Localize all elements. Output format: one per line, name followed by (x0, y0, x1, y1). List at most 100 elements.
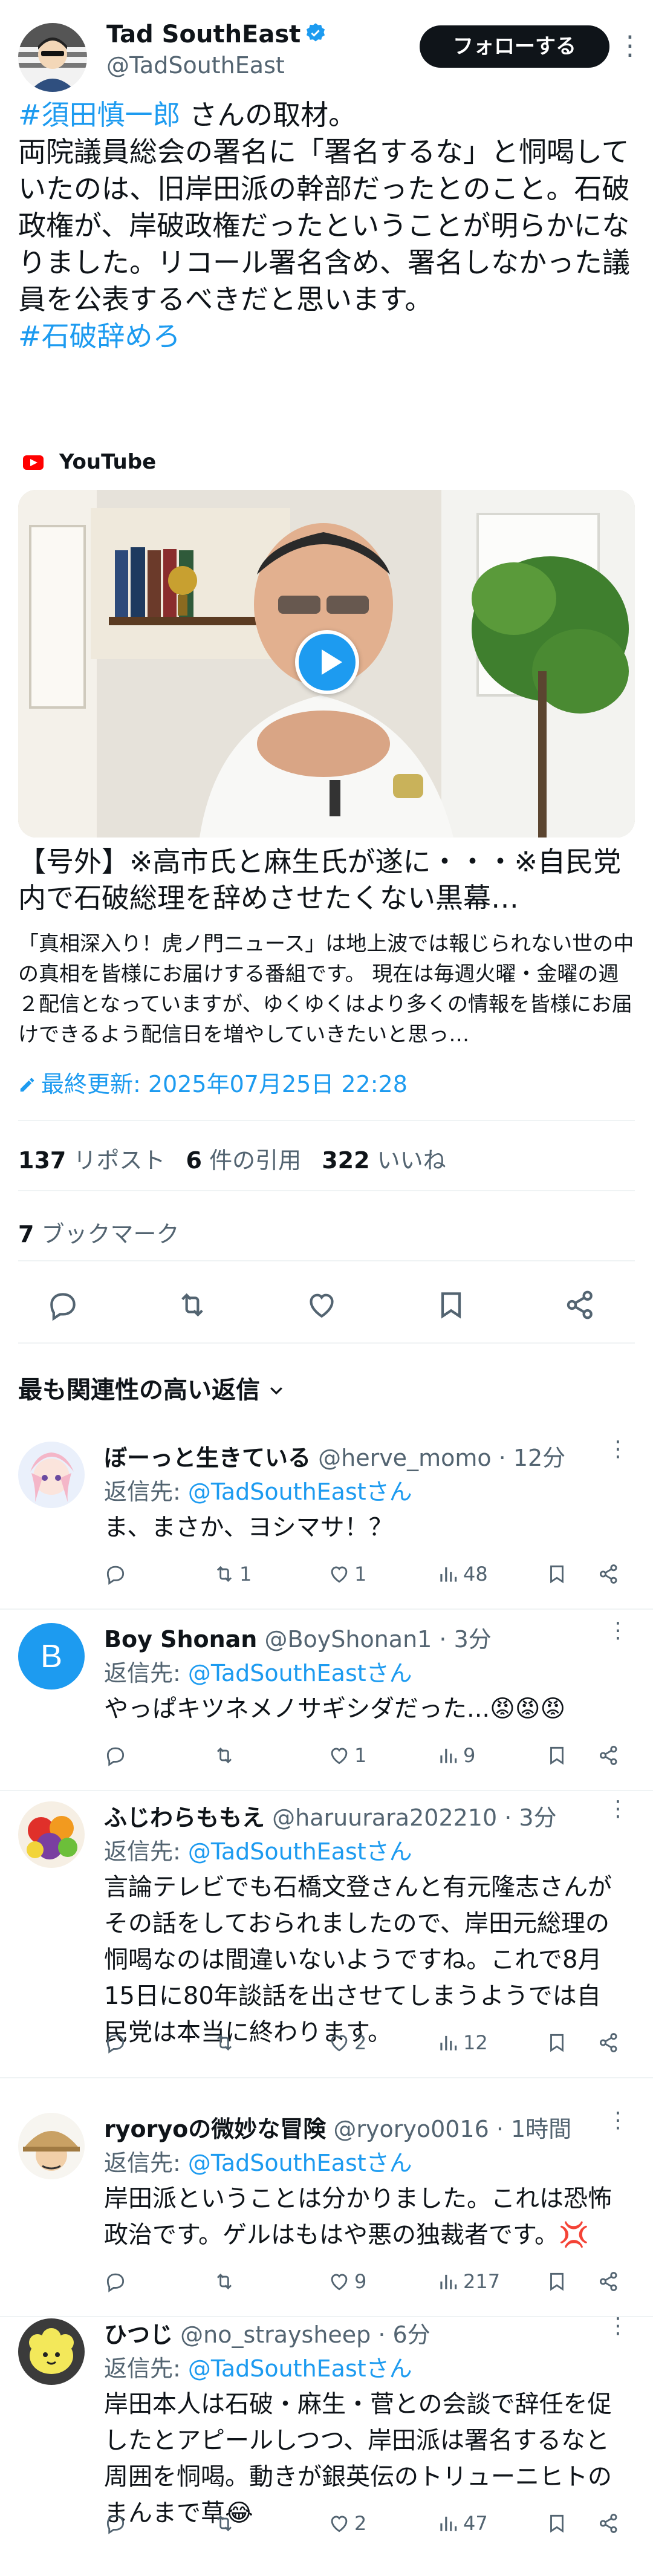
reply-author-name[interactable]: ひつじ (104, 2321, 173, 2348)
reply-bookmark-icon[interactable] (545, 2268, 568, 2295)
reply-more-icon[interactable]: ⋮ (607, 1437, 629, 1462)
bookmarks-label: ブックマーク (41, 1221, 180, 1247)
reply-likes-count: 1 (354, 1744, 367, 1767)
reply-to-link[interactable]: @TadSouthEastさん (188, 1478, 412, 1505)
repost-icon[interactable] (175, 1288, 212, 1324)
reply-to-prefix: 返信先: (104, 2355, 188, 2382)
reply-bookmark-icon[interactable] (545, 2029, 568, 2057)
reply-views-count: 48 (463, 1563, 488, 1586)
reply-share-icon[interactable] (597, 2029, 620, 2057)
likes-stat[interactable]: 322 いいね (322, 1147, 446, 1174)
reply-to-link[interactable]: @TadSouthEastさん (188, 2150, 412, 2176)
reply-reply-icon[interactable] (104, 1560, 131, 1588)
chevron-down-icon (267, 1377, 285, 1396)
quotes-stat[interactable]: 6 件の引用 (186, 1147, 302, 1174)
reply-views-icon[interactable]: 9 (437, 1742, 475, 1769)
more-options-icon[interactable]: ⋮ (617, 29, 643, 65)
reply-author-name[interactable]: Boy Shonan (104, 1626, 257, 1653)
reply-to: 返信先: @TadSouthEastさん (104, 1473, 412, 1506)
follow-button[interactable]: フォローする (420, 25, 609, 68)
reply-action-bar: 2 12 (104, 2029, 624, 2057)
reply-more-icon[interactable]: ⋮ (607, 1797, 629, 1821)
hashtag-link[interactable]: #須田慎一郎 (18, 99, 181, 131)
reply-like-icon[interactable]: 1 (328, 1560, 366, 1588)
reply-avatar[interactable] (18, 2113, 85, 2179)
reply-like-icon[interactable]: 2 (328, 2509, 366, 2537)
reply-sort-dropdown[interactable]: 最も関連性の高い返信 (18, 1370, 285, 1405)
reply-more-icon[interactable]: ⋮ (607, 2314, 629, 2338)
reply-action-bar: 1 1 48 (104, 1560, 624, 1588)
reply-more-icon[interactable]: ⋮ (607, 2108, 629, 2133)
tweet-text-line1: さんの取材。 (180, 99, 357, 131)
reply-share-icon[interactable] (597, 2268, 620, 2295)
reply-avatar[interactable] (18, 2318, 85, 2385)
author-avatar[interactable] (18, 23, 87, 92)
hashtag-link[interactable]: #石破辞めろ (18, 320, 181, 353)
reply-to: 返信先: @TadSouthEastさん (104, 2144, 412, 2178)
engagement-stats: 137 リポスト 6 件の引用 322 いいね (18, 1142, 446, 1175)
reply-to-link[interactable]: @TadSouthEastさん (188, 1660, 412, 1686)
likes-count: 322 (322, 1147, 370, 1174)
share-icon[interactable] (564, 1288, 600, 1324)
reply-reply-icon[interactable] (104, 2029, 131, 2057)
reply-bookmark-icon[interactable] (545, 1742, 568, 1769)
reply-bookmark-icon[interactable] (545, 1560, 568, 1588)
reply-views-count: 12 (463, 2031, 488, 2054)
reply-like-icon[interactable]: 1 (328, 1742, 366, 1769)
reply-views-icon[interactable]: 217 (437, 2268, 500, 2295)
reply-repost-icon[interactable] (213, 1742, 239, 1769)
reply-reply-icon[interactable] (104, 1742, 131, 1769)
author-name-text[interactable]: Tad SouthEast (106, 21, 301, 48)
reply-views-icon[interactable]: 12 (437, 2029, 488, 2057)
bookmark-icon[interactable] (434, 1288, 470, 1324)
reply-author-name[interactable]: ふじわらももえ (104, 1804, 265, 1831)
reply-icon[interactable] (46, 1288, 82, 1324)
reply-author-name[interactable]: ryoryoの微妙な冒険 (104, 2116, 326, 2142)
reply-likes-count: 2 (354, 2512, 367, 2535)
reply-share-icon[interactable] (597, 2509, 620, 2537)
reply-repost-icon[interactable] (213, 2509, 239, 2537)
bookmarks-stat[interactable]: 7 ブックマーク (18, 1215, 180, 1249)
reply-views-icon[interactable]: 47 (437, 2509, 488, 2537)
last-updated-text: 最終更新: 2025年07月25日 22:28 (41, 1071, 408, 1098)
verified-badge-icon (304, 22, 327, 45)
reply-to-link[interactable]: @TadSouthEastさん (188, 1838, 412, 1865)
author-handle[interactable]: @TadSouthEast (106, 52, 285, 79)
reply-share-icon[interactable] (597, 1742, 620, 1769)
reply-views-icon[interactable]: 48 (437, 1560, 488, 1588)
reply-to-link[interactable]: @TadSouthEastさん (188, 2355, 412, 2382)
divider (18, 1190, 635, 1191)
reply-to-prefix: 返信先: (104, 1660, 188, 1686)
reply-text: 岸田派ということは分かりました。これは恐怖政治です。ゲルはもはや悪の独裁者です。… (104, 2185, 612, 2249)
reply-like-icon[interactable]: 9 (328, 2268, 366, 2295)
reposts-count: 137 (18, 1147, 67, 1174)
reply-sort-label: 最も関連性の高い返信 (18, 1376, 260, 1404)
reply-reply-icon[interactable] (104, 2268, 131, 2295)
author-name[interactable]: Tad SouthEast (106, 21, 327, 48)
reply-more-icon[interactable]: ⋮ (607, 1618, 629, 1643)
play-icon[interactable] (295, 630, 359, 694)
like-icon[interactable] (305, 1288, 341, 1324)
divider (18, 1120, 635, 1121)
bookmarks-count: 7 (18, 1221, 34, 1247)
card-title[interactable]: 【号外】※高市氏と麻生氏が遂に・・・※自民党内で石破総理を辞めさせたくない黒幕… (18, 844, 635, 916)
reply-repost-icon[interactable]: 1 (213, 1560, 252, 1588)
reposts-stat[interactable]: 137 リポスト (18, 1147, 165, 1174)
reply-avatar[interactable]: B (18, 1623, 85, 1690)
tweet-author-header: Tad SouthEast @TadSouthEast フォローする ⋮ (18, 18, 643, 92)
reply-like-icon[interactable]: 2 (328, 2029, 366, 2057)
reply-share-icon[interactable] (597, 1560, 620, 1588)
reply-reply-icon[interactable] (104, 2509, 131, 2537)
quotes-count: 6 (186, 1147, 202, 1174)
reply-repost-icon[interactable] (213, 2029, 239, 2057)
reply-divider (0, 1608, 653, 1610)
reply-text: ま、まさか、ヨシマサ！？ (104, 1514, 393, 1541)
reply-avatar[interactable] (18, 1801, 85, 1868)
reply-avatar[interactable] (18, 1442, 85, 1508)
reply-bookmark-icon[interactable] (545, 2509, 568, 2537)
reply-reposts-count: 1 (239, 1563, 252, 1586)
reply-author-name[interactable]: ぼーっと生きている (104, 1445, 311, 1471)
last-updated: 最終更新: 2025年07月25日 22:28 (18, 1065, 408, 1099)
reply-repost-icon[interactable] (213, 2268, 239, 2295)
reply-to: 返信先: @TadSouthEastさん (104, 2350, 412, 2383)
